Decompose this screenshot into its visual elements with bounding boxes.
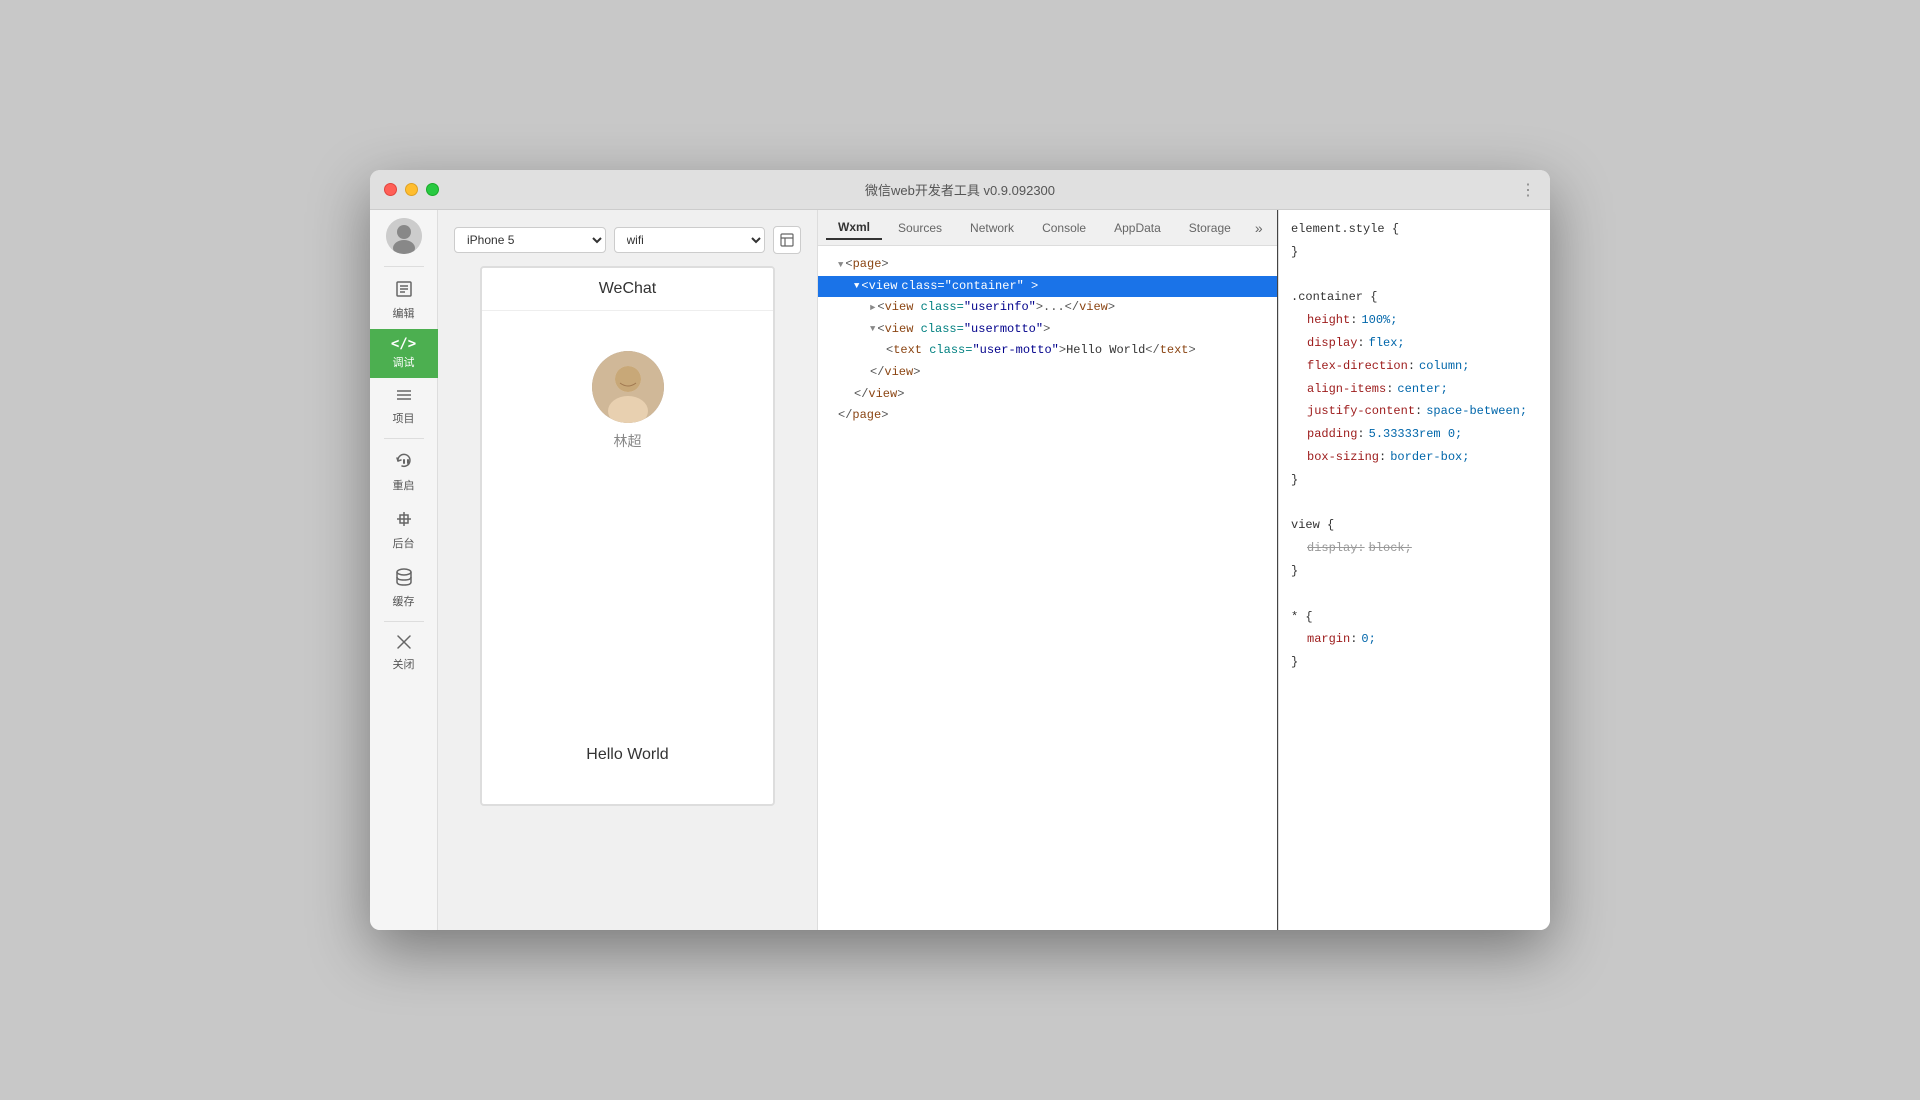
code-tabs: Wxml Sources Network Console AppData Sto… [818, 210, 1277, 246]
sidebar-divider [384, 266, 424, 267]
avatar [386, 218, 422, 254]
device-toolbar: iPhone 5 wifi [454, 226, 801, 254]
phone-frame: WeChat [480, 266, 775, 806]
minimize-button[interactable] [405, 183, 418, 196]
css-close-2: } [1291, 469, 1538, 492]
app-window: 微信web开发者工具 v0.9.092300 ⋮ [370, 170, 1550, 930]
sidebar-label-backend: 后台 [393, 535, 415, 551]
network-select[interactable]: wifi [614, 227, 766, 253]
tab-appdata[interactable]: AppData [1102, 217, 1173, 239]
code-content: ▼ <page> ▼ <view class="container" > ► <… [818, 246, 1277, 930]
css-align: align-items:center; [1291, 378, 1538, 401]
maximize-button[interactable] [426, 183, 439, 196]
css-close-4: } [1291, 651, 1538, 674]
css-close-1: } [1291, 241, 1538, 264]
sidebar-item-backend[interactable]: 后台 [370, 501, 438, 559]
css-justify: justify-content:space-between; [1291, 400, 1538, 423]
window-controls [384, 183, 439, 196]
window-title: 微信web开发者工具 v0.9.092300 [865, 180, 1055, 199]
sidebar-divider-3 [384, 621, 424, 622]
phone-content: 林超 Hello World [482, 311, 773, 804]
phone-header: WeChat [482, 268, 773, 311]
more-tabs-icon[interactable]: » [1247, 216, 1271, 240]
tab-storage[interactable]: Storage [1177, 217, 1243, 239]
style-content: element.style { } .container { height:10… [1279, 210, 1550, 930]
code-panel: Wxml Sources Network Console AppData Sto… [818, 210, 1278, 930]
style-panel: element.style { } .container { height:10… [1278, 210, 1550, 930]
tab-console[interactable]: Console [1030, 217, 1098, 239]
sidebar-label-cache: 缓存 [393, 593, 415, 609]
user-avatar [592, 351, 664, 423]
sidebar: 编辑 </> 调试 项目 [370, 210, 438, 930]
toggle-page[interactable]: ▼ [838, 257, 843, 273]
sidebar-item-debug[interactable]: </> 调试 [370, 329, 438, 378]
project-icon [394, 386, 414, 407]
sidebar-label-close: 关闭 [393, 656, 415, 672]
hello-world-text: Hello World [586, 746, 668, 764]
css-close-3: } [1291, 560, 1538, 583]
sidebar-label-project: 项目 [393, 410, 415, 426]
code-line-view-container[interactable]: ▼ <view class="container" > [818, 276, 1277, 298]
sidebar-divider-2 [384, 438, 424, 439]
content-area: iPhone 5 wifi WeChat [438, 210, 1550, 930]
more-menu-icon[interactable]: ⋮ [1520, 180, 1536, 200]
css-margin: margin:0; [1291, 628, 1538, 651]
sidebar-item-cache[interactable]: 缓存 [370, 559, 438, 617]
css-boxsizing: box-sizing:border-box; [1291, 446, 1538, 469]
code-line-view-userinfo[interactable]: ► <view class="userinfo">...</view> [818, 297, 1277, 319]
tab-sources[interactable]: Sources [886, 217, 954, 239]
toggle-container[interactable]: ▼ [854, 278, 859, 294]
css-view-selector: view { [1291, 514, 1538, 537]
device-preview: iPhone 5 wifi WeChat [438, 210, 818, 930]
tab-wxml[interactable]: Wxml [826, 216, 882, 240]
titlebar: 微信web开发者工具 v0.9.092300 ⋮ [370, 170, 1550, 210]
css-view-display: display:block; [1291, 537, 1538, 560]
restart-icon [394, 451, 414, 474]
css-display: display:flex; [1291, 332, 1538, 355]
device-select[interactable]: iPhone 5 [454, 227, 606, 253]
sidebar-label-restart: 重启 [393, 477, 415, 493]
sidebar-item-project[interactable]: 项目 [370, 378, 438, 434]
css-flex-dir: flex-direction:column; [1291, 355, 1538, 378]
code-line-close-view-1[interactable]: </view> [818, 362, 1277, 384]
tab-network[interactable]: Network [958, 217, 1026, 239]
css-container-selector: .container { [1291, 286, 1538, 309]
inspect-icon-btn[interactable] [773, 226, 801, 254]
user-info-section: 林超 [592, 351, 664, 451]
sidebar-label-edit: 编辑 [393, 305, 415, 321]
sidebar-item-close[interactable]: 关闭 [370, 626, 438, 680]
code-line-view-usermotto[interactable]: ▼ <view class="usermotto"> [818, 319, 1277, 341]
backend-icon [394, 509, 414, 532]
sidebar-item-edit[interactable]: 编辑 [370, 271, 438, 329]
main-layout: 编辑 </> 调试 项目 [370, 210, 1550, 930]
code-line-close-view-2[interactable]: </view> [818, 384, 1277, 406]
code-line-close-page[interactable]: </page> [818, 405, 1277, 427]
edit-icon [394, 279, 414, 302]
debug-icon: </> [391, 337, 416, 351]
code-line-text-motto[interactable]: <text class="user-motto">Hello World</te… [818, 340, 1277, 362]
sidebar-label-debug: 调试 [393, 354, 415, 370]
code-line-page[interactable]: ▼ <page> [818, 254, 1277, 276]
css-padding: padding:5.33333rem 0; [1291, 423, 1538, 446]
css-star-selector: * { [1291, 606, 1538, 629]
user-name: 林超 [614, 431, 642, 451]
sidebar-item-restart[interactable]: 重启 [370, 443, 438, 501]
close-icon [396, 634, 412, 653]
cache-icon [394, 567, 414, 590]
css-height: height:100%; [1291, 309, 1538, 332]
close-button[interactable] [384, 183, 397, 196]
css-element-style: element.style { [1291, 218, 1538, 241]
